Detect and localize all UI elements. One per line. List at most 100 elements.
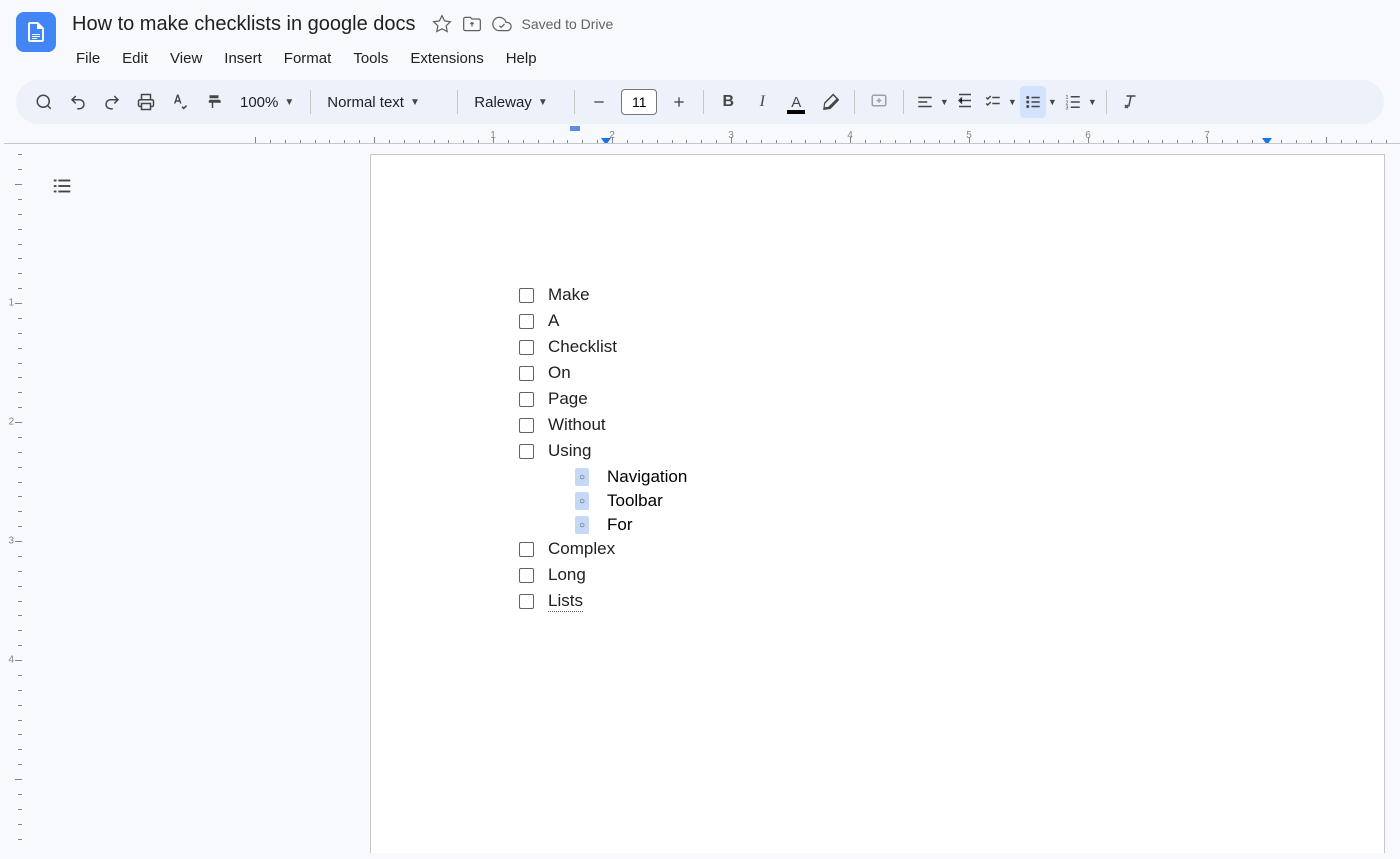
numbered-list-icon: 123 xyxy=(1060,86,1086,118)
checkbox-icon[interactable] xyxy=(519,418,534,433)
cloud-saved-icon[interactable] xyxy=(492,14,512,34)
checklist-item[interactable]: On xyxy=(519,363,1284,383)
checklist-item[interactable]: Using xyxy=(519,441,1284,461)
separator xyxy=(310,90,311,114)
bold-icon[interactable]: B xyxy=(712,86,744,118)
checklist-text[interactable]: Complex xyxy=(548,539,615,559)
zoom-select[interactable]: 100%▼ xyxy=(232,86,302,118)
checklist-item[interactable]: Lists xyxy=(519,591,1284,612)
paint-format-icon[interactable] xyxy=(198,86,230,118)
checkbox-icon[interactable] xyxy=(519,288,534,303)
checkbox-icon[interactable] xyxy=(519,340,534,355)
menu-insert[interactable]: Insert xyxy=(214,46,272,71)
checkbox-icon[interactable] xyxy=(519,366,534,381)
star-icon[interactable] xyxy=(432,14,452,34)
numbered-list-button[interactable]: 123▼ xyxy=(1060,86,1098,118)
menu-help[interactable]: Help xyxy=(496,46,547,71)
font-select[interactable]: Raleway▼ xyxy=(466,86,566,118)
checkbox-icon[interactable] xyxy=(519,594,534,609)
menu-edit[interactable]: Edit xyxy=(112,46,158,71)
insert-comment-icon[interactable] xyxy=(863,86,895,118)
document-page[interactable]: Make A Checklist On Page Without Using ○… xyxy=(370,154,1385,853)
bulleted-list-button[interactable]: ▼ xyxy=(1020,86,1058,118)
document-outline-icon[interactable] xyxy=(48,172,76,200)
svg-text:1: 1 xyxy=(1066,95,1069,101)
sublist-item[interactable]: ○ Toolbar xyxy=(575,491,1284,511)
checklist-text[interactable]: On xyxy=(548,363,571,383)
checklist-item[interactable]: A xyxy=(519,311,1284,331)
font-size-input[interactable] xyxy=(621,89,657,115)
increase-font-icon[interactable] xyxy=(663,86,695,118)
checklist: Make A Checklist On Page Without Using xyxy=(519,285,1284,461)
checklist-text[interactable]: A xyxy=(548,311,559,331)
checkbox-icon[interactable] xyxy=(519,542,534,557)
vertical-ruler[interactable]: 1234 xyxy=(0,144,22,853)
checklist-item[interactable]: Make xyxy=(519,285,1284,305)
text-color-underline xyxy=(787,110,805,114)
checklist-text[interactable]: Without xyxy=(548,415,606,435)
checklist-item[interactable]: Complex xyxy=(519,539,1284,559)
horizontal-ruler[interactable]: 1234567 xyxy=(4,124,1400,144)
checklist-text[interactable]: Make xyxy=(548,285,590,305)
main-area: 1234 Make A Checklist On Page Without Us… xyxy=(0,144,1400,853)
chevron-down-icon: ▼ xyxy=(1046,97,1058,107)
clear-formatting-icon[interactable] xyxy=(1115,86,1147,118)
document-canvas[interactable]: Make A Checklist On Page Without Using ○… xyxy=(22,144,1400,853)
saved-status[interactable]: Saved to Drive xyxy=(522,16,614,32)
menu-extensions[interactable]: Extensions xyxy=(400,46,493,71)
sublist-text[interactable]: Toolbar xyxy=(607,491,663,511)
checklist-item[interactable]: Checklist xyxy=(519,337,1284,357)
line-spacing-button[interactable] xyxy=(952,86,978,118)
chevron-down-icon: ▼ xyxy=(1086,97,1098,107)
menu-view[interactable]: View xyxy=(160,46,212,71)
checklist-item[interactable]: Without xyxy=(519,415,1284,435)
sublist-text[interactable]: Navigation xyxy=(607,467,687,487)
sub-bullet-icon[interactable]: ○ xyxy=(575,468,589,486)
checkbox-icon[interactable] xyxy=(519,314,534,329)
ruler-h-inner: 1234567 xyxy=(374,124,1400,144)
checkbox-icon[interactable] xyxy=(519,392,534,407)
checklist-item[interactable]: Page xyxy=(519,389,1284,409)
first-line-indent-marker[interactable] xyxy=(570,126,580,131)
checklist-text[interactable]: Page xyxy=(548,389,588,409)
separator xyxy=(703,90,704,114)
italic-icon[interactable]: I xyxy=(746,86,778,118)
zoom-value: 100% xyxy=(240,94,278,111)
checklist-text[interactable]: Checklist xyxy=(548,337,617,357)
svg-text:3: 3 xyxy=(1066,106,1069,112)
separator xyxy=(1106,90,1107,114)
move-folder-icon[interactable] xyxy=(462,14,482,34)
checklist-item[interactable]: Long xyxy=(519,565,1284,585)
sub-bullet-icon[interactable]: ○ xyxy=(575,516,589,534)
checkbox-icon[interactable] xyxy=(519,444,534,459)
checkbox-icon[interactable] xyxy=(519,568,534,583)
undo-icon[interactable] xyxy=(62,86,94,118)
spellcheck-icon[interactable] xyxy=(164,86,196,118)
redo-icon[interactable] xyxy=(96,86,128,118)
checklist-text[interactable]: Long xyxy=(548,565,586,585)
sublist-text[interactable]: For xyxy=(607,515,633,535)
document-title[interactable]: How to make checklists in google docs xyxy=(66,11,422,38)
sublist-item[interactable]: ○ For xyxy=(575,515,1284,535)
highlight-color-icon[interactable] xyxy=(814,86,846,118)
separator xyxy=(574,90,575,114)
docs-logo-icon[interactable] xyxy=(16,12,56,52)
menu-tools[interactable]: Tools xyxy=(343,46,398,71)
menu-file[interactable]: File xyxy=(66,46,110,71)
print-icon[interactable] xyxy=(130,86,162,118)
svg-text:2: 2 xyxy=(1066,100,1069,106)
font-size-group xyxy=(583,86,695,118)
search-menus-icon[interactable] xyxy=(28,86,60,118)
text-color-icon[interactable]: A xyxy=(780,86,812,118)
menu-format[interactable]: Format xyxy=(274,46,342,71)
checklist-button[interactable]: ▼ xyxy=(980,86,1018,118)
checklist-text[interactable]: Lists xyxy=(548,591,583,612)
font-value: Raleway xyxy=(474,94,532,111)
ruler-v-inner: 1234 xyxy=(0,184,22,853)
paragraph-style-select[interactable]: Normal text▼ xyxy=(319,86,449,118)
sublist-item[interactable]: ○ Navigation xyxy=(575,467,1284,487)
sub-bullet-icon[interactable]: ○ xyxy=(575,492,589,510)
checklist-text[interactable]: Using xyxy=(548,441,591,461)
decrease-font-icon[interactable] xyxy=(583,86,615,118)
align-button[interactable]: ▼ xyxy=(912,86,950,118)
